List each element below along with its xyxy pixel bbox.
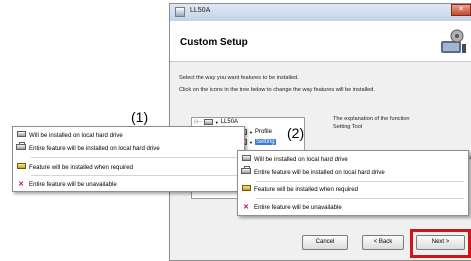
menu-item-local-drive[interactable]: Will be installed on local hard drive bbox=[238, 154, 468, 164]
tree-connector: ⊟─ bbox=[194, 119, 202, 125]
title-bar[interactable]: LL50A ✕ bbox=[170, 4, 471, 22]
menu-item-unavailable[interactable]: ✕ Entire feature will be unavailable bbox=[13, 179, 244, 189]
menu-item-local-drive[interactable]: Will be installed on local hard drive bbox=[13, 130, 244, 140]
menu-separator bbox=[31, 175, 240, 176]
menu-item-label: Will be installed on local hard drive bbox=[254, 155, 348, 163]
local-drive-icon bbox=[241, 155, 251, 161]
menu-item-label: Entire feature will be installed on loca… bbox=[29, 144, 160, 152]
setup-computer-icon bbox=[441, 29, 466, 53]
menu-item-label: Feature will be installed when required bbox=[254, 185, 358, 193]
entire-feature-drive-icon bbox=[16, 142, 26, 150]
back-button[interactable]: < Back bbox=[362, 235, 404, 250]
menu-separator bbox=[31, 157, 240, 158]
setup-header: Custom Setup bbox=[170, 21, 471, 62]
unavailable-x-icon: ✕ bbox=[243, 204, 249, 211]
chevron-down-icon[interactable]: ▼ bbox=[215, 120, 219, 125]
next-button-highlight bbox=[410, 229, 471, 258]
app-icon bbox=[175, 7, 185, 17]
menu-item-entire-feature[interactable]: Entire feature will be installed on loca… bbox=[238, 166, 468, 177]
menu-item-label: Entire feature will be unavailable bbox=[29, 180, 117, 188]
install-on-demand-icon bbox=[241, 185, 251, 191]
description-line-2: Setting Tool bbox=[333, 124, 363, 130]
chevron-down-icon[interactable]: ▼ bbox=[249, 140, 253, 145]
chevron-down-icon[interactable]: ▼ bbox=[249, 130, 253, 135]
window-title: LL50A bbox=[190, 7, 211, 14]
callout-2: (2) bbox=[287, 125, 305, 141]
tree-root-label: LL50A bbox=[220, 119, 239, 125]
local-drive-icon bbox=[16, 131, 26, 137]
menu-separator bbox=[256, 181, 464, 182]
cancel-button[interactable]: Cancel bbox=[302, 235, 348, 250]
menu-item-on-demand[interactable]: Feature will be installed when required bbox=[238, 184, 468, 194]
install-on-demand-icon bbox=[16, 163, 26, 169]
instruction-line-1: Select the way you want features to be i… bbox=[179, 75, 299, 81]
entire-feature-drive-icon bbox=[241, 166, 251, 174]
menu-item-label: Entire feature will be installed on loca… bbox=[254, 168, 385, 176]
menu-item-on-demand[interactable]: Feature will be installed when required bbox=[13, 162, 244, 172]
menu-item-label: Entire feature will be unavailable bbox=[254, 203, 342, 211]
tree-root[interactable]: ⊟─ ▼ LL50A bbox=[194, 119, 238, 125]
menu-item-unavailable[interactable]: ✕ Entire feature will be unavailable bbox=[238, 202, 468, 212]
unavailable-x-icon: ✕ bbox=[18, 181, 24, 188]
page-title: Custom Setup bbox=[180, 37, 248, 48]
menu-item-entire-feature[interactable]: Entire feature will be installed on loca… bbox=[13, 142, 244, 153]
install-options-menu-2: Will be installed on local hard drive En… bbox=[237, 150, 469, 216]
install-options-menu-1: Will be installed on local hard drive En… bbox=[12, 126, 245, 192]
description-line-1: The explanation of the function bbox=[333, 116, 410, 122]
close-button[interactable]: ✕ bbox=[451, 4, 471, 16]
tree-item-label: Profile bbox=[254, 129, 272, 135]
menu-item-label: Feature will be installed when required bbox=[29, 163, 133, 171]
tree-item-label: Setting bbox=[254, 139, 276, 145]
drive-icon[interactable] bbox=[203, 119, 213, 125]
menu-item-label: Will be installed on local hard drive bbox=[29, 131, 123, 139]
menu-separator bbox=[256, 198, 464, 199]
callout-1: (1) bbox=[131, 109, 149, 125]
instruction-line-2: Click on the icons in the tree below to … bbox=[179, 87, 375, 93]
